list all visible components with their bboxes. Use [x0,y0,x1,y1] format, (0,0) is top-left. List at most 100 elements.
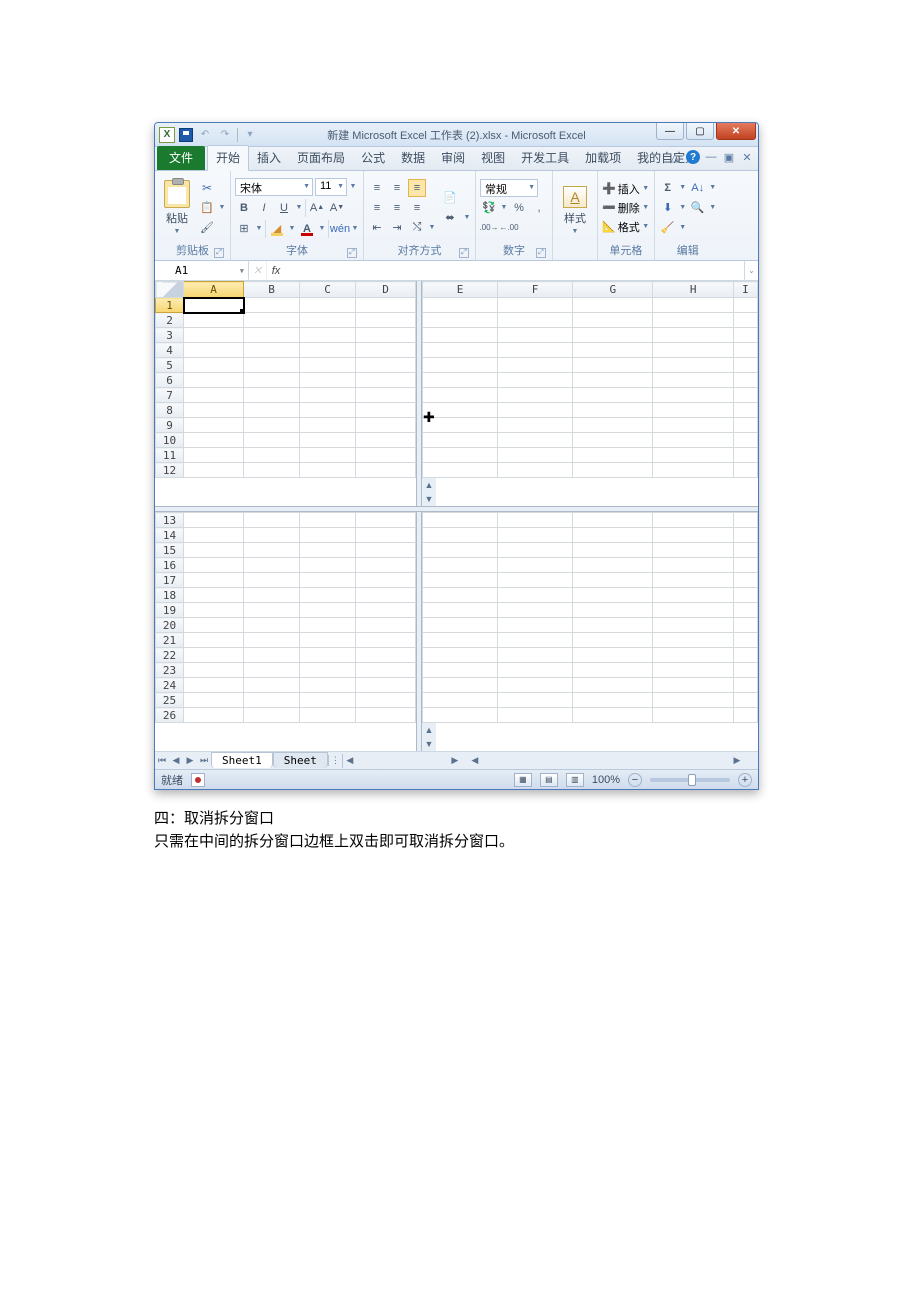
cell[interactable] [300,298,356,313]
save-icon[interactable] [179,128,193,142]
scroll-right-icon[interactable]: ▶ [448,754,462,768]
cell[interactable] [184,448,244,463]
grid-bottom-right[interactable] [422,512,758,723]
cell[interactable] [356,678,416,693]
cell[interactable] [423,328,498,343]
cell[interactable] [300,373,356,388]
grid-top-right[interactable]: E F G H I [422,281,758,478]
font-color-button[interactable]: A [298,220,316,238]
zoom-level[interactable]: 100% [592,774,620,786]
expand-formula-bar-icon[interactable]: ⌄ [744,261,758,280]
cell[interactable] [184,618,244,633]
percent-button[interactable]: % [510,199,528,217]
number-format-select[interactable]: 常规▼ [480,179,538,197]
row-header[interactable]: 16 [156,558,184,573]
chevron-down-icon[interactable]: ▼ [500,204,508,211]
chevron-down-icon[interactable]: ▼ [255,225,263,232]
chevron-down-icon[interactable]: ▼ [318,225,326,232]
cell[interactable] [653,603,733,618]
cell[interactable] [244,588,300,603]
copy-button[interactable] [198,199,216,217]
cell[interactable] [498,618,573,633]
cell[interactable] [573,573,653,588]
cell[interactable] [184,678,244,693]
column-header[interactable]: F [498,282,573,298]
cell[interactable] [184,463,244,478]
page-break-view-button[interactable]: ▥ [566,773,584,787]
cell[interactable] [653,648,733,663]
cell[interactable] [423,463,498,478]
cell[interactable] [653,343,733,358]
cell[interactable] [423,418,498,433]
cell[interactable] [244,358,300,373]
cell[interactable] [498,663,573,678]
cell[interactable] [184,573,244,588]
cell[interactable] [300,603,356,618]
grid-bottom-left[interactable]: 13 14 15 16 17 18 19 20 21 22 23 24 25 2… [155,512,416,723]
cell[interactable] [498,433,573,448]
cell[interactable] [653,433,733,448]
cell[interactable] [356,463,416,478]
cell[interactable] [356,403,416,418]
sheet-nav-next-icon[interactable]: ▶ [183,755,197,766]
cell[interactable] [653,618,733,633]
cell[interactable] [244,543,300,558]
cell[interactable] [573,358,653,373]
cell[interactable] [300,693,356,708]
cell[interactable] [423,528,498,543]
column-header[interactable]: H [653,282,733,298]
chevron-down-icon[interactable]: ▼ [218,204,226,211]
cell[interactable] [733,693,757,708]
cell[interactable] [498,313,573,328]
font-size-select[interactable]: 11▼ [315,178,347,196]
cell[interactable] [184,313,244,328]
cell[interactable] [573,343,653,358]
cell[interactable] [573,463,653,478]
cell[interactable] [733,573,757,588]
sheet-tab[interactable]: Sheet [273,752,328,768]
chevron-down-icon[interactable]: ▼ [463,214,471,221]
horizontal-scrollbar-left[interactable]: ◀▶ [342,754,462,768]
scroll-up-icon[interactable]: ▲ [422,478,436,492]
cell[interactable] [733,388,757,403]
cell[interactable] [423,543,498,558]
chevron-down-icon[interactable]: ▼ [709,184,717,191]
borders-button[interactable]: ⊞ [235,220,253,238]
cell[interactable] [356,388,416,403]
grid-top-left[interactable]: A B C D 1 2 3 4 5 6 7 8 9 [155,281,416,478]
zoom-slider[interactable] [650,778,730,782]
bold-button[interactable]: B [235,199,253,217]
cell[interactable] [733,678,757,693]
cell[interactable] [300,328,356,343]
cell[interactable] [733,543,757,558]
cell[interactable] [573,528,653,543]
fx-icon[interactable]: fx [267,261,285,280]
cell[interactable] [356,433,416,448]
cell[interactable] [423,588,498,603]
cell[interactable] [244,708,300,723]
row-header[interactable]: 23 [156,663,184,678]
cell[interactable] [423,448,498,463]
scroll-down-icon[interactable]: ▼ [422,737,436,751]
indent-increase-button[interactable]: ⇥ [388,219,406,237]
normal-view-button[interactable]: ▦ [514,773,532,787]
cell[interactable] [733,603,757,618]
cell[interactable] [423,513,498,528]
cell[interactable] [244,328,300,343]
cell[interactable] [423,558,498,573]
row-header[interactable]: 10 [156,433,184,448]
decrease-decimal-button[interactable]: ←.00 [500,219,518,237]
cell[interactable] [423,573,498,588]
help-icon[interactable]: ? [686,150,700,164]
cell[interactable] [653,313,733,328]
cell[interactable] [653,678,733,693]
tab-formulas[interactable]: 公式 [353,146,393,170]
cell[interactable] [498,558,573,573]
tab-home[interactable]: 开始 [207,145,249,171]
tab-page-layout[interactable]: 页面布局 [289,146,353,170]
sheet-nav-last-icon[interactable]: ⏭ [197,755,211,766]
chevron-down-icon[interactable]: ▼ [679,204,687,211]
column-header[interactable]: D [356,282,416,298]
find-button[interactable]: 🔍 [689,199,707,217]
column-header[interactable]: C [300,282,356,298]
